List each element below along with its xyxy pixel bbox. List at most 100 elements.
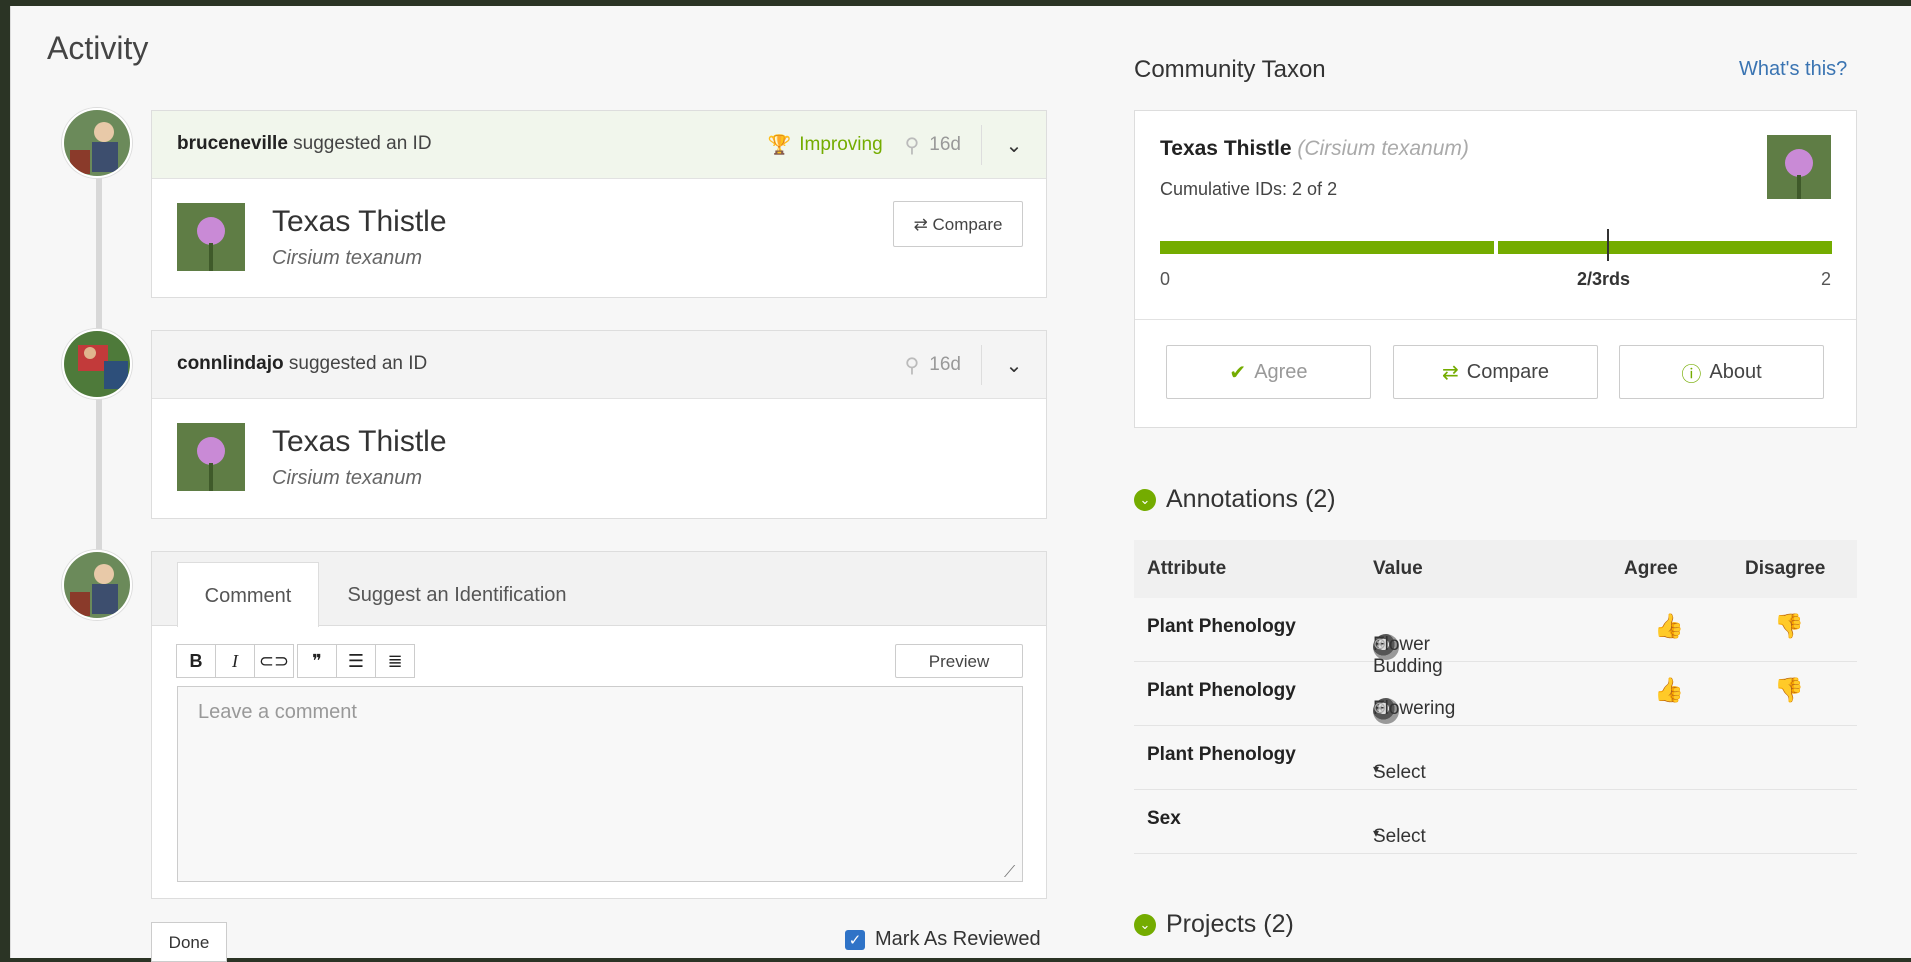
identification-body: Texas Thistle Cirsium texanum (152, 399, 1046, 517)
projects-header[interactable]: ⌄ Projects (2) (1134, 910, 1294, 939)
tab-comment[interactable]: Comment (177, 562, 319, 627)
agree-button[interactable]: ✔ Agree (1166, 345, 1371, 399)
tab-suggest-identification[interactable]: Suggest an Identification (322, 562, 592, 627)
attribute-cell: Plant Phenology (1147, 744, 1296, 765)
action-text: suggested an ID (288, 353, 428, 374)
identification-author: bruceneville suggested an ID (177, 133, 432, 155)
info-icon: ⓘ (1681, 363, 1702, 386)
attribute-cell: Plant Phenology (1147, 616, 1296, 637)
community-taxon-title: Community Taxon (1134, 56, 1326, 83)
status-label: Improving (799, 134, 883, 155)
progress-bar-segment (1160, 241, 1494, 254)
visibility-icon: ⚲ (904, 134, 920, 157)
table-row: Plant Phenology Select ▾ (1134, 726, 1857, 790)
select-label: Select (1373, 826, 1426, 847)
select-label: Select (1373, 762, 1426, 783)
attribute-cell: Plant Phenology (1147, 680, 1296, 701)
whats-this-link[interactable]: What's this? (1739, 58, 1847, 81)
compare-button[interactable]: ⇄ Compare (1393, 345, 1598, 399)
check-icon: ✔ (1229, 361, 1247, 384)
community-taxon-name: Texas Thistle (Cirsium texanum) (1160, 137, 1469, 161)
format-toolbar-group-2: ❞ ☰ ≣ (297, 644, 415, 678)
table-header: Attribute Value Agree Disagree (1134, 540, 1857, 598)
bold-button[interactable]: B (176, 644, 216, 678)
identification-card: connlindajo suggested an ID ⚲ 16d ⌄ Texa… (151, 330, 1047, 519)
preview-button[interactable]: Preview (895, 644, 1023, 678)
link-icon[interactable]: ⊂⊃ (254, 644, 294, 678)
taxon-scientific-name: Cirsium texanum (272, 247, 423, 269)
italic-button[interactable]: I (215, 644, 255, 678)
column-header: Disagree (1745, 558, 1826, 579)
format-toolbar-group-1: B I ⊂⊃ (176, 644, 294, 678)
about-label: About (1709, 360, 1762, 383)
age-label: 16d (929, 354, 961, 375)
user-link[interactable]: connlindajo (177, 353, 284, 374)
annotations-title: Annotations (2) (1166, 485, 1336, 513)
compare-button[interactable]: ⇄ Compare (893, 201, 1023, 247)
table-row: Plant Phenology Flower Budding ⊗ 👍 👎 (1134, 598, 1857, 677)
progress-bar-segment (1498, 241, 1832, 254)
avatar[interactable] (62, 108, 132, 178)
resize-handle-icon[interactable]: ⟋ (1004, 864, 1015, 882)
taxon-photo[interactable] (177, 203, 245, 271)
comment-textarea[interactable]: Leave a comment (177, 686, 1023, 882)
thumbs-down-icon[interactable]: 👎 (1774, 676, 1804, 705)
identification-author: connlindajo suggested an ID (177, 353, 427, 375)
column-header: Agree (1624, 558, 1678, 579)
done-button[interactable]: Done (151, 922, 227, 962)
status-badge: 🏆 Improving (768, 133, 883, 157)
visibility-icon: ⚲ (904, 354, 920, 377)
bar-threshold-label: 2/3rds (1577, 269, 1631, 289)
caret-down-icon: ▾ (1373, 762, 1380, 776)
annotations-header[interactable]: ⌄ Annotations (2) (1134, 485, 1336, 514)
thumbs-up-icon[interactable]: 👍 (1654, 676, 1684, 705)
remove-icon[interactable]: ⊗ (1373, 698, 1386, 718)
mark-reviewed-label: Mark As Reviewed (875, 928, 1041, 950)
compare-label: Compare (1466, 360, 1550, 383)
mark-reviewed[interactable]: ✓ Mark As Reviewed (845, 928, 1041, 951)
projects-title: Projects (2) (1166, 910, 1294, 938)
taxon-name[interactable]: Texas Thistle (272, 425, 447, 459)
user-link[interactable]: bruceneville (177, 133, 288, 154)
bullet-list-icon[interactable]: ☰ (336, 644, 376, 678)
about-button[interactable]: ⓘ About (1619, 345, 1824, 399)
community-taxon-box: Texas Thistle (Cirsium texanum) Cumulati… (1134, 110, 1857, 428)
bar-max-label: 2 (1821, 269, 1832, 289)
avatar[interactable] (62, 550, 132, 620)
column-header: Value (1373, 558, 1423, 579)
taxon-scientific-name: (Cirsium texanum) (1297, 137, 1469, 160)
swap-icon: ⇄ (1441, 361, 1459, 384)
identification-card: bruceneville suggested an ID 🏆 Improving… (151, 110, 1047, 298)
action-text: suggested an ID (293, 133, 432, 154)
thumbs-up-icon[interactable]: 👍 (1654, 612, 1684, 641)
checkbox-checked-icon[interactable]: ✓ (845, 929, 865, 950)
identification-header: bruceneville suggested an ID 🏆 Improving… (152, 111, 1046, 179)
thumbs-down-icon[interactable]: 👎 (1774, 612, 1804, 641)
caret-down-icon: ▾ (1373, 826, 1380, 840)
remove-icon[interactable]: ⊗ (1373, 634, 1386, 654)
numbered-list-icon[interactable]: ≣ (375, 644, 415, 678)
avatar[interactable] (62, 329, 132, 399)
identification-header: connlindajo suggested an ID ⚲ 16d ⌄ (152, 331, 1046, 399)
quote-icon[interactable]: ❞ (297, 644, 337, 678)
chevron-down-icon[interactable]: ⌄ (982, 353, 1046, 378)
taxon-common-name[interactable]: Texas Thistle (1160, 137, 1292, 160)
trophy-icon: 🏆 (767, 135, 792, 156)
column-header: Attribute (1147, 558, 1227, 579)
two-thirds-marker (1607, 229, 1609, 261)
taxon-name[interactable]: Texas Thistle (272, 205, 447, 239)
chevron-down-icon: ⌄ (1134, 913, 1156, 936)
table-row: Plant Phenology Flowering ⊗ 👍 👎 (1134, 662, 1857, 726)
chevron-down-icon[interactable]: ⌄ (982, 133, 1046, 158)
attribute-cell: Sex (1147, 808, 1181, 829)
activity-title: Activity (47, 30, 149, 66)
age-label: 16d (929, 134, 961, 155)
table-row: Sex Select ▾ (1134, 790, 1857, 854)
taxon-scientific-name: Cirsium texanum (272, 467, 423, 489)
annotations-table: Attribute Value Agree Disagree Plant Phe… (1134, 540, 1857, 854)
identification-body: Texas Thistle Cirsium texanum ⇄ Compare (152, 179, 1046, 297)
comment-card: Comment Suggest an Identification B I ⊂⊃… (151, 551, 1047, 899)
taxon-photo[interactable] (1767, 135, 1831, 199)
taxon-photo[interactable] (177, 423, 245, 491)
swap-icon: ⇄ (913, 215, 928, 234)
